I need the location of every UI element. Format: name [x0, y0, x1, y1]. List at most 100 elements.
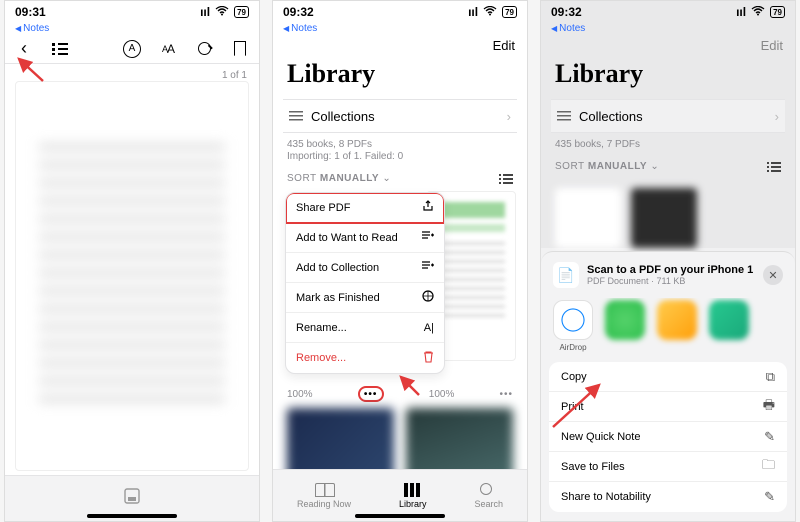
chevron-down-icon: ⌄ — [650, 161, 659, 172]
reading-now-icon — [315, 483, 333, 497]
tab-library[interactable]: Library — [399, 483, 427, 509]
more-dots-button[interactable]: ••• — [358, 386, 384, 402]
reader-toolbar: ‹ A AA — [5, 34, 259, 64]
collections-icon — [557, 111, 571, 121]
status-bar: 09:32 ııl 79 — [541, 1, 795, 23]
quick-note-icon: ✎ — [764, 429, 775, 445]
collections-icon — [289, 111, 303, 121]
list-add-icon — [422, 231, 434, 244]
screenshot-reader: 09:31 ııl 79 Notes ‹ A AA 1 of 1 — [4, 0, 260, 522]
progress-row: 100% ••• 100% ••• — [287, 386, 513, 402]
share-actions: Copy ⧉ Print 🖶 New Quick Note ✎ Save to … — [549, 362, 787, 512]
pencil-icon: ✎ — [764, 489, 775, 505]
signal-icon: ııl — [200, 5, 210, 19]
share-subtitle: PDF Document · 711 KB — [587, 276, 753, 286]
signal-icon: ııl — [468, 5, 478, 19]
trash-icon — [423, 351, 434, 366]
status-time: 09:32 — [551, 5, 582, 19]
action-new-quick-note[interactable]: New Quick Note ✎ — [549, 422, 787, 452]
home-indicator[interactable] — [355, 514, 445, 518]
signal-icon: ııl — [736, 5, 746, 19]
share-target-app[interactable] — [657, 300, 697, 352]
contents-icon[interactable] — [51, 40, 69, 58]
import-status: Importing: 1 of 1. Failed: 0 — [273, 151, 527, 163]
menu-share-pdf[interactable]: Share PDF — [286, 193, 444, 223]
edit-button[interactable]: Edit — [493, 38, 515, 53]
thumbnail-icon[interactable] — [124, 488, 140, 509]
collections-row[interactable]: Collections › — [551, 99, 785, 133]
sort-button[interactable]: SORT MANUALLY ⌄ — [287, 173, 391, 184]
airdrop-icon — [553, 300, 593, 340]
action-save-to-files[interactable]: Save to Files 🗀 — [549, 452, 787, 482]
library-icon — [404, 483, 422, 497]
chevron-right-icon: › — [507, 109, 511, 124]
back-to-app[interactable]: Notes — [273, 23, 527, 34]
screenshot-library-menu: 09:32 ııl 79 Notes Edit Library Collecti… — [272, 0, 528, 522]
back-to-app[interactable]: Notes — [541, 23, 795, 34]
battery-icon: 79 — [234, 6, 249, 18]
library-count: 435 books, 8 PDFs — [273, 133, 527, 151]
document-icon: 📄 — [553, 262, 579, 288]
action-share-notability[interactable]: Share to Notability ✎ — [549, 482, 787, 512]
wifi-icon — [751, 5, 765, 19]
context-menu: Share PDF Add to Want to Read Add to Col… — [285, 192, 445, 374]
screenshot-share-sheet: 09:32 ııl 79 Notes Edit Library Collecti… — [540, 0, 796, 522]
status-time: 09:31 — [15, 5, 46, 19]
status-bar: 09:32 ııl 79 — [273, 1, 527, 23]
bookmark-icon[interactable] — [231, 40, 249, 58]
share-target-app[interactable] — [709, 300, 749, 352]
menu-add-collection[interactable]: Add to Collection — [286, 253, 444, 283]
share-target-airdrop[interactable]: AirDrop — [553, 300, 593, 352]
library-count: 435 books, 7 PDFs — [541, 133, 795, 151]
menu-mark-finished[interactable]: Mark as Finished — [286, 283, 444, 313]
battery-icon: 79 — [502, 6, 517, 18]
book-cover[interactable] — [631, 188, 697, 248]
menu-want-to-read[interactable]: Add to Want to Read — [286, 223, 444, 253]
text-size-icon[interactable]: AA — [159, 40, 177, 58]
wifi-icon — [483, 5, 497, 19]
list-view-icon[interactable] — [499, 174, 513, 184]
sort-button[interactable]: SORT MANUALLY ⌄ — [555, 161, 659, 172]
search-icon[interactable] — [195, 40, 213, 58]
blurred-text — [39, 144, 225, 408]
print-icon: 🖶 — [763, 396, 775, 418]
list-view-icon[interactable] — [767, 162, 781, 172]
finished-icon — [422, 290, 434, 305]
rename-icon: A| — [424, 322, 434, 334]
collection-add-icon — [422, 261, 434, 274]
battery-icon: 79 — [770, 6, 785, 18]
close-button[interactable]: ✕ — [763, 265, 783, 285]
more-icon[interactable]: ••• — [499, 389, 513, 400]
page-content[interactable] — [15, 81, 249, 471]
status-bar: 09:31 ııl 79 — [5, 1, 259, 23]
chevron-right-icon: › — [775, 109, 779, 124]
menu-remove[interactable]: Remove... — [286, 343, 444, 373]
action-copy[interactable]: Copy ⧉ — [549, 362, 787, 392]
share-target-app[interactable] — [605, 300, 645, 352]
back-to-app[interactable]: Notes — [5, 23, 259, 34]
folder-icon: 🗀 — [762, 456, 775, 478]
copy-icon: ⧉ — [766, 369, 775, 385]
share-title: Scan to a PDF on your iPhone 1 — [587, 264, 753, 276]
tab-search[interactable]: Search — [474, 483, 503, 509]
chevron-down-icon: ⌄ — [382, 173, 391, 184]
collections-row[interactable]: Collections › — [283, 99, 517, 133]
action-print[interactable]: Print 🖶 — [549, 392, 787, 422]
collections-label: Collections — [579, 109, 643, 124]
back-chevron-icon[interactable]: ‹ — [15, 40, 33, 58]
page-title: Library — [541, 53, 795, 99]
document-thumbnail[interactable] — [555, 188, 621, 248]
home-indicator[interactable] — [87, 514, 177, 518]
theme-icon[interactable]: A — [123, 40, 141, 58]
collections-label: Collections — [311, 109, 375, 124]
wifi-icon — [215, 5, 229, 19]
share-sheet: 📄 Scan to a PDF on your iPhone 1 PDF Doc… — [541, 251, 795, 521]
edit-button[interactable]: Edit — [761, 38, 783, 53]
search-icon — [480, 483, 498, 497]
progress-left: 100% — [287, 389, 313, 400]
progress-right: 100% — [429, 389, 455, 400]
status-time: 09:32 — [283, 5, 314, 19]
menu-rename[interactable]: Rename... A| — [286, 313, 444, 343]
tab-reading-now[interactable]: Reading Now — [297, 483, 351, 509]
page-title: Library — [273, 53, 527, 99]
